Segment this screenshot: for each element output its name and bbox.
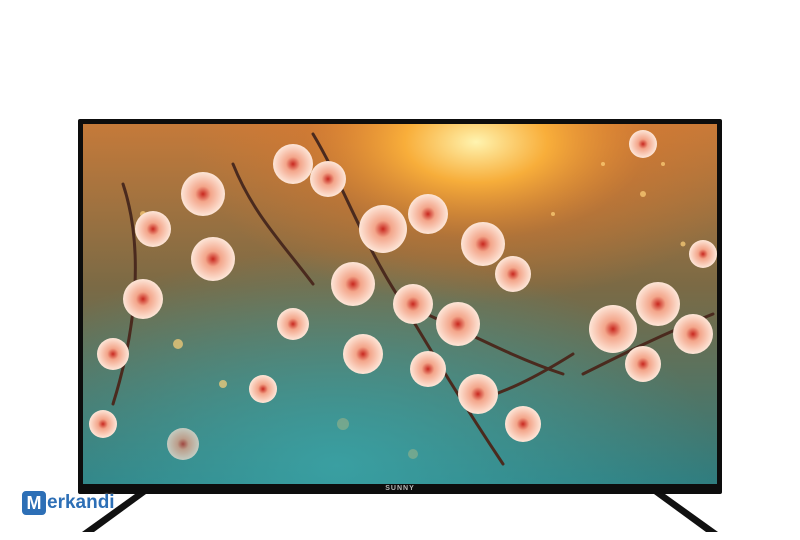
watermark-text: erkandi xyxy=(47,492,115,513)
tv-screen xyxy=(83,124,717,484)
merkandi-watermark: M erkandi xyxy=(22,489,115,517)
brand-label: SUNNY xyxy=(385,485,415,492)
screen-image-blossoms xyxy=(83,124,717,484)
watermark-logo-icon: M xyxy=(22,491,46,515)
tv-stand-right xyxy=(654,494,718,532)
television: SUNNY xyxy=(78,119,722,494)
